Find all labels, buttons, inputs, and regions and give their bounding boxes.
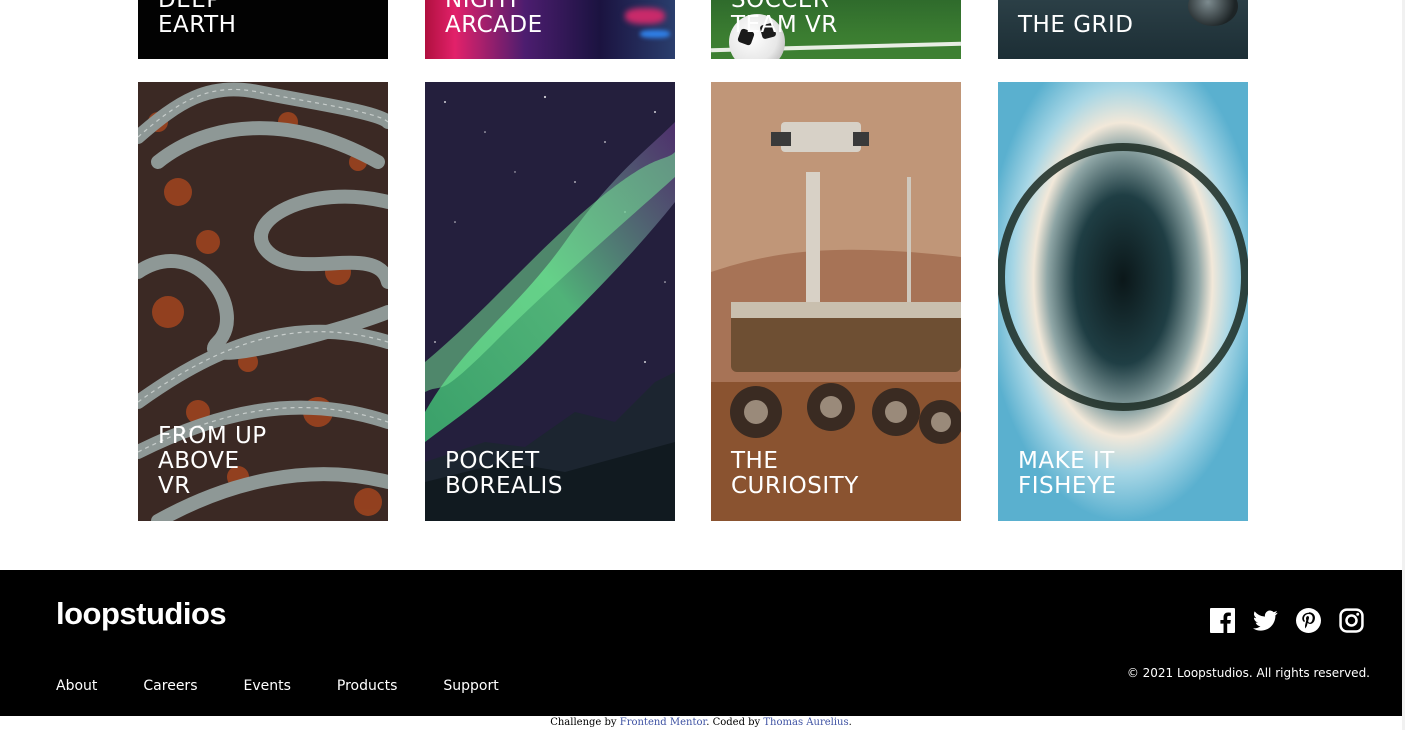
creation-card-soccer-team-vr[interactable]: Soccer Team VR (711, 0, 961, 59)
frontend-mentor-link[interactable]: Frontend Mentor (620, 717, 706, 728)
attribution-suffix: . (848, 717, 852, 728)
attribution: Challenge by Frontend Mentor. Coded by T… (0, 717, 1402, 728)
creation-card-make-it-fisheye[interactable]: Make it fisheye (998, 82, 1248, 521)
pinterest-icon[interactable] (1296, 608, 1321, 633)
creation-card-pocket-borealis[interactable]: Pocket Borealis (425, 82, 675, 521)
attribution-prefix: Challenge by (550, 717, 620, 728)
instagram-icon[interactable] (1339, 608, 1364, 633)
footer-nav-careers[interactable]: Careers (143, 678, 197, 694)
card-title: Make it fisheye (1018, 448, 1117, 499)
card-title: Pocket Borealis (445, 448, 563, 499)
social-links (1210, 608, 1364, 633)
creation-card-deep-earth[interactable]: Deep Earth (138, 0, 388, 59)
card-title: The Curiosity (731, 448, 859, 499)
grid-orb (1188, 0, 1238, 26)
creation-card-the-curiosity[interactable]: The Curiosity (711, 82, 961, 521)
copyright-text: © 2021 Loopstudios. All rights reserved. (1126, 666, 1370, 680)
card-title: Soccer Team VR (731, 0, 838, 38)
footer-nav-products[interactable]: Products (337, 678, 397, 694)
card-title: The Grid (1018, 12, 1134, 38)
footer-nav-events[interactable]: Events (244, 678, 291, 694)
arcade-light (640, 30, 670, 38)
footer-logo[interactable]: loopstudios (56, 596, 227, 632)
footer-nav-about[interactable]: About (56, 678, 97, 694)
card-title: Night Arcade (445, 0, 543, 38)
footer-nav-support[interactable]: Support (443, 678, 498, 694)
site-footer: loopstudios About Careers Events Product… (0, 570, 1402, 716)
arcade-light (625, 8, 665, 24)
facebook-icon[interactable] (1210, 608, 1235, 633)
creation-card-from-up-above-vr[interactable]: From up above VR (138, 82, 388, 521)
creation-card-night-arcade[interactable]: Night Arcade (425, 0, 675, 59)
card-title: Deep Earth (158, 0, 237, 38)
footer-nav: About Careers Events Products Support (56, 678, 545, 694)
author-link[interactable]: Thomas Aurelius (763, 717, 848, 728)
creation-card-the-grid[interactable]: The Grid (998, 0, 1248, 59)
card-title: From up above VR (158, 423, 267, 499)
attribution-middle: . Coded by (706, 717, 764, 728)
twitter-icon[interactable] (1253, 608, 1278, 633)
